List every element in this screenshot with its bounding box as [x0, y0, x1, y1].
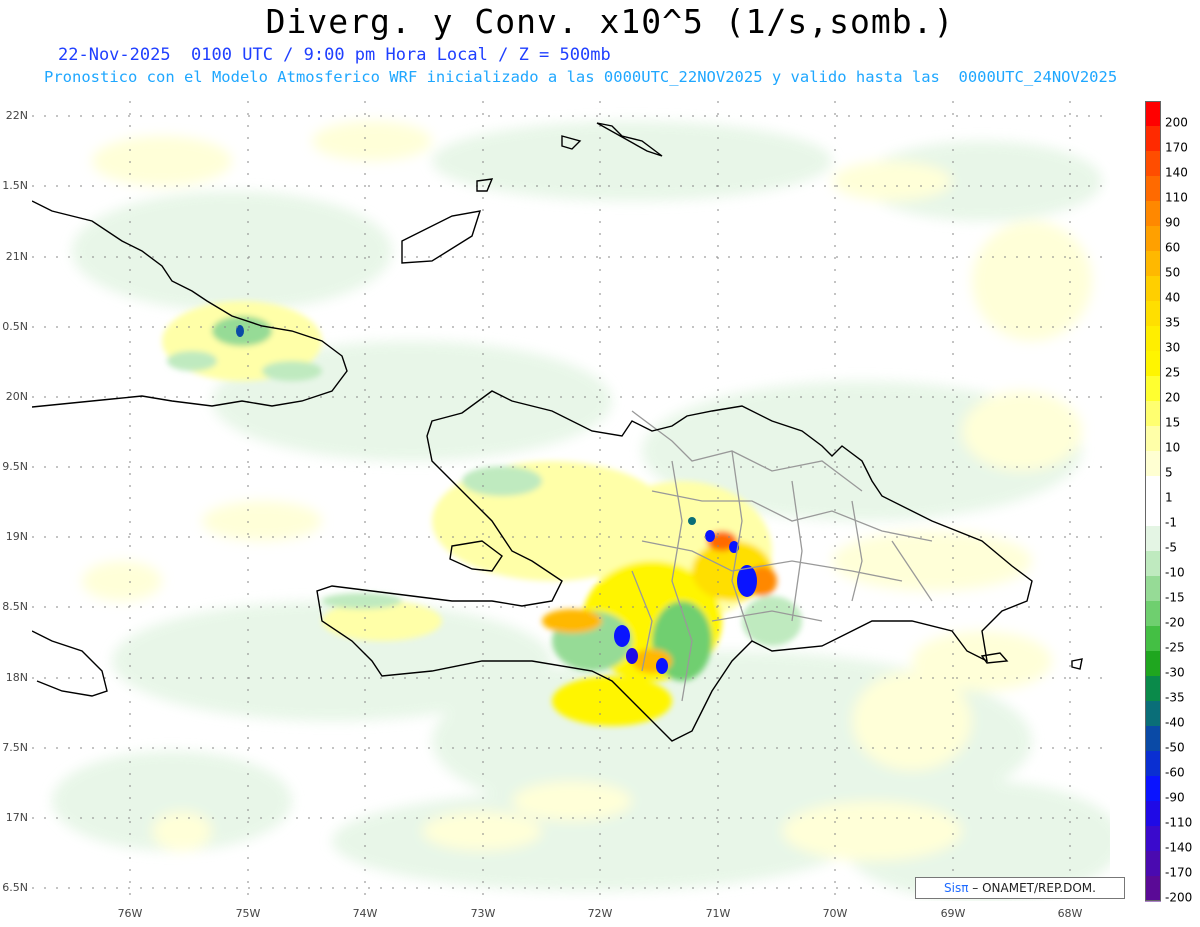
colorbar-swatch — [1145, 576, 1161, 602]
colorbar-label: -200 — [1165, 890, 1192, 904]
colorbar-label: -50 — [1165, 740, 1185, 754]
colorbar-label: 10 — [1165, 440, 1180, 454]
lat-label: 17N — [5, 811, 28, 824]
lat-label: 7.5N — [2, 741, 28, 754]
lat-label: 18N — [5, 671, 28, 684]
colorbar-label: -1 — [1165, 515, 1177, 529]
colorbar-label: -140 — [1165, 840, 1192, 854]
colorbar-swatch — [1145, 701, 1161, 727]
colorbar-label: -30 — [1165, 665, 1185, 679]
colorbar-swatch — [1145, 676, 1161, 702]
colorbar-label: 110 — [1165, 190, 1188, 204]
colorbar-swatch — [1145, 876, 1161, 902]
credit-box: Sisπ – ONAMET/REP.DOM. — [915, 877, 1125, 899]
colorbar-label: 35 — [1165, 315, 1180, 329]
lat-label: 22N — [5, 109, 28, 122]
lon-label: 76W — [117, 907, 143, 920]
colorbar-label: 200 — [1165, 115, 1188, 129]
colorbar-swatch — [1145, 501, 1161, 527]
colorbar-swatch — [1145, 426, 1161, 452]
colorbar-swatch — [1145, 526, 1161, 552]
colorbar-swatch — [1145, 251, 1161, 277]
colorbar-label: 40 — [1165, 290, 1180, 304]
colorbar-swatch — [1145, 476, 1161, 502]
lat-label: 8.5N — [2, 600, 28, 613]
lat-label: 6.5N — [2, 881, 28, 894]
colorbar-label: -25 — [1165, 640, 1185, 654]
colorbar-label: 15 — [1165, 415, 1180, 429]
lon-label: 71W — [705, 907, 731, 920]
lon-label: 73W — [470, 907, 496, 920]
colorbar-label: 30 — [1165, 340, 1180, 354]
colorbar-swatch — [1145, 851, 1161, 877]
colorbar-swatch — [1145, 776, 1161, 802]
colorbar-label: 60 — [1165, 240, 1180, 254]
colorbar-label: 50 — [1165, 265, 1180, 279]
model-info-subtitle: Pronostico con el Modelo Atmosferico WRF… — [44, 68, 1118, 86]
colorbar-swatch — [1145, 451, 1161, 477]
colorbar-swatch — [1145, 376, 1161, 402]
colorbar-label: -20 — [1165, 615, 1185, 629]
lon-label: 75W — [235, 907, 261, 920]
colorbar-label: 20 — [1165, 390, 1180, 404]
lon-label: 72W — [587, 907, 613, 920]
lat-label: 0.5N — [2, 320, 28, 333]
forecast-date-subtitle: 22-Nov-2025 0100 UTC / 9:00 pm Hora Loca… — [58, 45, 611, 65]
lon-label: 74W — [352, 907, 378, 920]
lat-label: 21N — [5, 250, 28, 263]
colorbar-label: 5 — [1165, 465, 1173, 479]
colorbar-swatch — [1145, 151, 1161, 177]
lon-label: 68W — [1057, 907, 1083, 920]
colorbar-label: 1 — [1165, 490, 1173, 504]
colorbar-swatch — [1145, 201, 1161, 227]
colorbar-label: -5 — [1165, 540, 1177, 554]
colorbar-swatch — [1145, 326, 1161, 352]
map-title: Diverg. y Conv. x10^5 (1/s,somb.) — [265, 2, 955, 41]
divergence-map — [32, 101, 1110, 901]
colorbar-label: -15 — [1165, 590, 1185, 604]
colorbar-swatch — [1145, 751, 1161, 777]
colorbar-swatch — [1145, 301, 1161, 327]
divergence-shading — [32, 101, 1110, 901]
credit-text: – ONAMET/REP.DOM. — [968, 881, 1096, 895]
colorbar-label: 140 — [1165, 165, 1188, 179]
colorbar-label: -60 — [1165, 765, 1185, 779]
colorbar-swatch — [1145, 101, 1161, 127]
lat-label: 20N — [5, 390, 28, 403]
lon-label: 70W — [822, 907, 848, 920]
colorbar-label: -35 — [1165, 690, 1185, 704]
colorbar-swatch — [1145, 276, 1161, 302]
lat-label: 19N — [5, 530, 28, 543]
lat-label: 1.5N — [2, 179, 28, 192]
colorbar-label: -10 — [1165, 565, 1185, 579]
credit-brand: Sisπ — [944, 881, 969, 895]
colorbar-swatch — [1145, 176, 1161, 202]
colorbar-swatch — [1145, 726, 1161, 752]
colorbar-swatch — [1145, 626, 1161, 652]
colorbar-swatch — [1145, 401, 1161, 427]
colorbar-swatch — [1145, 126, 1161, 152]
colorbar-swatch — [1145, 226, 1161, 252]
colorbar-label: -110 — [1165, 815, 1192, 829]
colorbar-label: 25 — [1165, 365, 1180, 379]
colorbar: 200 170 140 110 90 60 50 40 35 30 25 20 15 10 5 1 -1 -5 -1… — [1145, 101, 1192, 904]
colorbar-label: -40 — [1165, 715, 1185, 729]
colorbar-label: 170 — [1165, 140, 1188, 154]
lon-label: 69W — [940, 907, 966, 920]
colorbar-swatch — [1145, 351, 1161, 377]
colorbar-swatch — [1145, 551, 1161, 577]
lat-label: 9.5N — [2, 460, 28, 473]
colorbar-swatch — [1145, 601, 1161, 627]
colorbar-label: -90 — [1165, 790, 1185, 804]
colorbar-swatch — [1145, 651, 1161, 677]
colorbar-label: 90 — [1165, 215, 1180, 229]
colorbar-label: -170 — [1165, 865, 1192, 879]
colorbar-swatch — [1145, 801, 1161, 827]
colorbar-swatch — [1145, 826, 1161, 852]
